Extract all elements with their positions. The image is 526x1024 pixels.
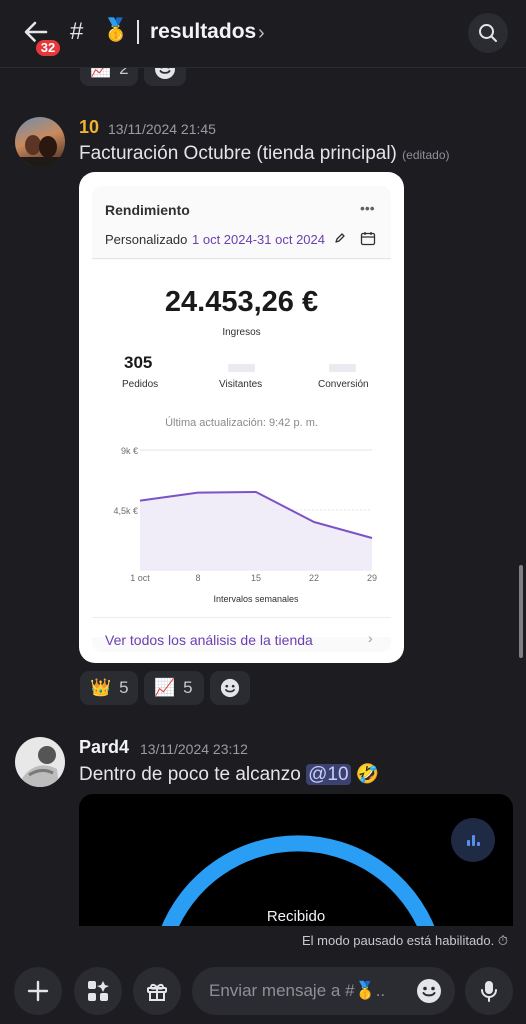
paused-mode-notice: El modo pausado está habilitado. ⏱	[0, 926, 526, 960]
voice-message-button[interactable]	[465, 967, 513, 1015]
edited-label: (editado)	[402, 148, 450, 162]
metric-value: 305	[124, 353, 153, 372]
last-update: Última actualización: 9:42 p. m.	[165, 417, 318, 429]
x-tick-label: 22	[309, 573, 319, 583]
avatar[interactable]	[15, 737, 65, 787]
unread-badge: 32	[33, 37, 63, 59]
add-attachment-button[interactable]	[14, 967, 62, 1015]
revenue-label: Ingresos	[222, 327, 261, 338]
message-input-placeholder: Enviar mensaje a #🥇..	[209, 981, 386, 1000]
x-tick-label: 29	[367, 573, 377, 583]
card-divider	[92, 258, 391, 259]
chat-screen: 32 # 🥇 resultados › 📈 2 10 13/11/2024 21…	[0, 0, 526, 1024]
metric-label: Pedidos	[122, 379, 159, 390]
smiley-icon	[220, 678, 240, 698]
x-tick-label: 1 oct	[130, 573, 150, 583]
reaction-chart[interactable]: 📈 5	[144, 671, 204, 705]
header-divider	[137, 20, 139, 44]
apps-button[interactable]	[74, 967, 122, 1015]
hash-icon: #	[70, 18, 84, 45]
metric-placeholder	[329, 364, 356, 372]
message-text: Facturación Octubre (tienda principal) (…	[79, 143, 450, 165]
avatar[interactable]	[15, 117, 65, 167]
reaction-count: 5	[119, 678, 129, 697]
channel-header: 32 # 🥇 resultados ›	[0, 0, 526, 68]
card-divider	[92, 617, 391, 618]
stats-button[interactable]	[451, 818, 495, 862]
x-tick-label: 15	[251, 573, 261, 583]
message-composer: Enviar mensaje a #🥇..	[0, 958, 526, 1024]
avatar-image	[15, 135, 65, 167]
analytics-link[interactable]: Ver todos los análisis de la tienda	[105, 632, 313, 648]
rofl-emoji: 🤣	[355, 764, 380, 785]
x-tick-label: 8	[195, 573, 200, 583]
more-options-icon[interactable]: •••	[360, 200, 375, 216]
message-author[interactable]: 10	[79, 117, 99, 138]
channel-emoji: 🥇	[102, 17, 130, 42]
calendar-icon[interactable]	[360, 231, 376, 246]
message-body: Facturación Octubre (tienda principal)	[79, 143, 397, 164]
message-text: Dentro de poco te alcanzo @10 🤣	[79, 762, 379, 786]
microphone-icon	[481, 981, 497, 1002]
message-timestamp: 13/11/2024 23:12	[140, 741, 248, 757]
add-reaction-button[interactable]	[210, 671, 250, 705]
card-title: Rendimiento	[105, 202, 190, 218]
search-button[interactable]	[468, 13, 508, 53]
metric-label: Conversión	[318, 379, 369, 390]
plus-icon	[27, 980, 49, 1002]
message-author[interactable]: Pard4	[79, 737, 129, 758]
period-range[interactable]: 1 oct 2024-31 oct 2024	[192, 232, 325, 247]
chevron-right-icon[interactable]: ›	[368, 630, 373, 646]
scrollbar[interactable]	[519, 565, 523, 658]
chevron-right-icon[interactable]: ›	[258, 22, 265, 45]
bar-chart-icon	[467, 835, 480, 846]
metric-placeholder	[228, 364, 255, 372]
x-axis-label: Intervalos semanales	[213, 594, 299, 604]
channel-name[interactable]: resultados	[150, 20, 256, 44]
search-icon	[479, 24, 497, 42]
y-tick-label: 4,5k €	[113, 506, 138, 516]
received-label: Recibido	[266, 908, 326, 925]
avatar-image	[19, 746, 59, 787]
reaction-count: 5	[183, 678, 193, 697]
image-attachment[interactable]: Recibido	[79, 794, 513, 934]
user-mention[interactable]: @10	[306, 764, 351, 785]
period-label: Personalizado	[105, 232, 188, 247]
revenue-chart: 9k € 4,5k € 1 oct 8 15 22 29 Intervalos semanal…	[113, 446, 377, 604]
reaction-crown[interactable]: 👑 5	[80, 671, 138, 705]
gift-button[interactable]	[133, 967, 181, 1015]
message-body: Dentro de poco te alcanzo	[79, 764, 301, 785]
gift-icon	[147, 983, 167, 1001]
emoji-picker-icon[interactable]	[416, 978, 442, 1004]
pencil-icon[interactable]	[334, 232, 346, 244]
apps-icon	[88, 981, 109, 1001]
message-timestamp: 13/11/2024 21:45	[108, 121, 216, 137]
crown-emoji: 👑	[90, 678, 112, 697]
message-input[interactable]: Enviar mensaje a #🥇..	[192, 967, 455, 1015]
chart-emoji: 📈	[154, 678, 176, 697]
revenue-amount: 24.453,26 €	[164, 286, 319, 318]
area-fill	[140, 492, 372, 570]
y-tick-label: 9k €	[121, 446, 138, 456]
metric-label: Visitantes	[219, 379, 263, 390]
